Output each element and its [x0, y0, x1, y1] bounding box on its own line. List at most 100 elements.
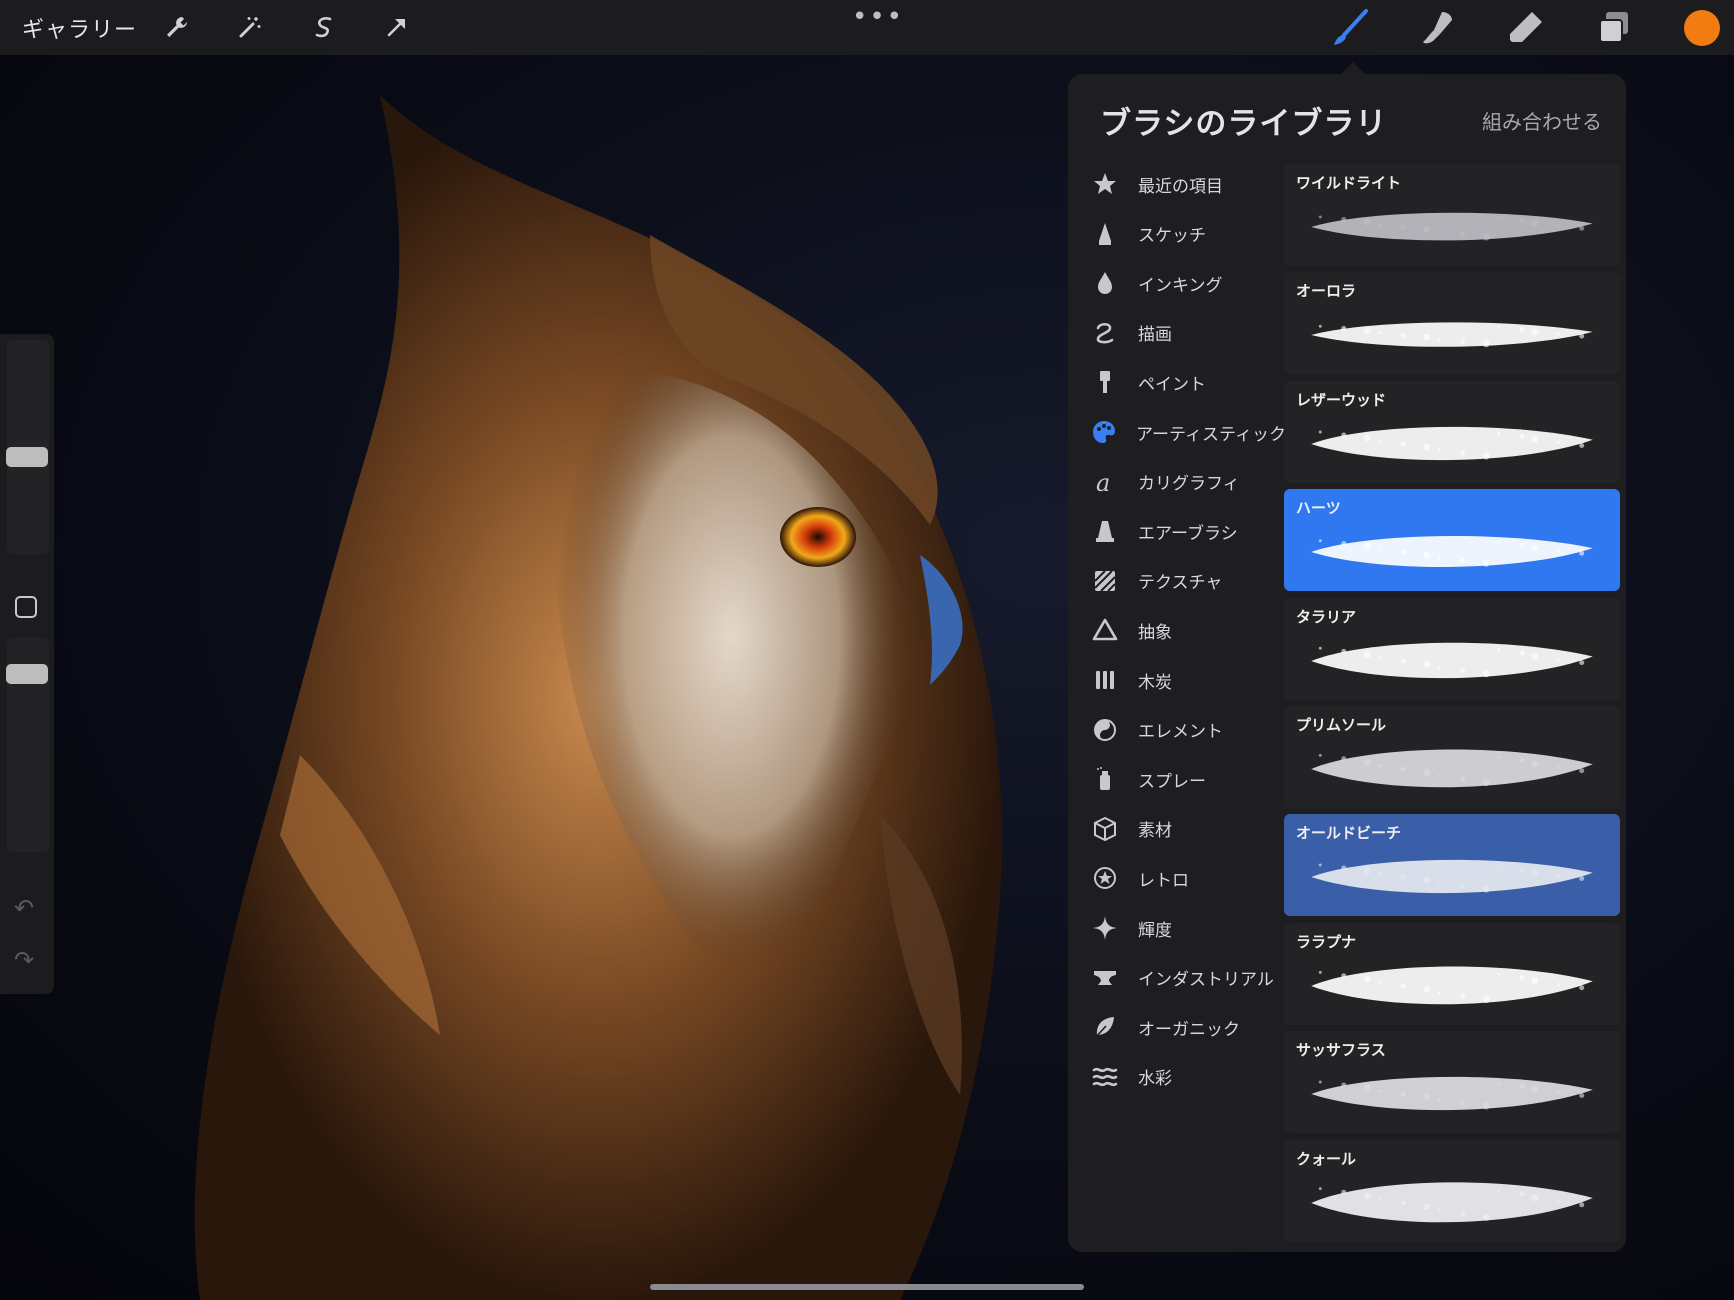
selection-s-icon[interactable]	[307, 10, 341, 44]
brush-item[interactable]: オーロラ	[1284, 272, 1620, 375]
combine-button[interactable]: 組み合わせる	[1482, 106, 1602, 135]
layers-icon[interactable]	[1594, 8, 1634, 48]
gallery-button[interactable]: ギャラリー	[22, 12, 137, 44]
star-badge-icon	[1088, 863, 1122, 893]
waves-icon	[1088, 1062, 1122, 1092]
brush-item[interactable]: プリムソール	[1284, 706, 1620, 808]
category-label: 木炭	[1138, 672, 1172, 693]
opacity-thumb[interactable]	[6, 664, 48, 685]
scribble-icon	[1088, 318, 1122, 348]
brush-item[interactable]: ハーツ	[1284, 489, 1620, 592]
brush-item[interactable]: タラリア	[1284, 597, 1620, 700]
category-item[interactable]: スケッチ	[1086, 214, 1286, 254]
palette-icon	[1088, 417, 1120, 447]
category-label: 輝度	[1138, 920, 1172, 941]
brush-item[interactable]: オールドビーチ	[1284, 814, 1620, 917]
magic-wand-icon[interactable]	[233, 10, 267, 44]
category-item[interactable]: テクスチャ	[1086, 561, 1286, 601]
category-label: ペイント	[1138, 374, 1206, 395]
triangle-icon	[1088, 615, 1122, 645]
brush-name: ワイルドライト	[1296, 174, 1402, 192]
category-item[interactable]: 素材	[1086, 809, 1286, 849]
brush-item[interactable]: サッサフラス	[1284, 1031, 1620, 1134]
brush-stroke-preview	[1311, 860, 1593, 894]
leaf-icon	[1088, 1012, 1122, 1042]
transform-arrow-icon[interactable]	[380, 10, 414, 44]
brush-name: オーロラ	[1296, 282, 1357, 301]
yin-yang-icon	[1088, 715, 1122, 745]
brush-name: オールドビーチ	[1296, 824, 1402, 843]
category-label: アーティスティック	[1136, 424, 1286, 445]
category-label: スケッチ	[1138, 226, 1206, 247]
category-item[interactable]: 抽象	[1086, 610, 1286, 650]
category-label: 描画	[1138, 325, 1172, 346]
category-label: 水彩	[1138, 1069, 1172, 1090]
category-label: 素材	[1138, 821, 1172, 842]
brush-name: ハーツ	[1296, 499, 1341, 518]
category-item[interactable]: レトロ	[1086, 858, 1286, 898]
category-item[interactable]: 水彩	[1086, 1057, 1286, 1097]
brush-name: クォール	[1296, 1149, 1357, 1168]
brush-name: ララプナ	[1296, 932, 1357, 951]
category-label: インダストリアル	[1138, 970, 1274, 991]
color-picker-button[interactable]	[1684, 10, 1720, 46]
panel-title: ブラシのライブラリ	[1100, 106, 1388, 142]
category-label: エアーブラシ	[1138, 523, 1238, 544]
pencil-tip-icon	[1088, 219, 1122, 249]
category-item[interactable]: インダストリアル	[1086, 958, 1286, 998]
brush-stroke-preview	[1311, 1077, 1593, 1111]
home-indicator	[650, 1284, 1084, 1290]
brush-stroke-preview	[1311, 212, 1593, 241]
calligraphy-a-icon: a	[1088, 467, 1122, 497]
category-label: インキング	[1138, 275, 1223, 296]
category-label: オーガニック	[1138, 1019, 1240, 1040]
top-toolbar: ギャラリー •••	[0, 0, 1734, 55]
brush-icon[interactable]	[1330, 8, 1370, 48]
eraser-icon[interactable]	[1506, 8, 1546, 48]
brush-stroke-preview	[1311, 536, 1593, 568]
modify-button[interactable]	[15, 596, 37, 618]
charcoal-icon	[1088, 665, 1122, 695]
category-item[interactable]: オーガニック	[1086, 1007, 1286, 1047]
category-item[interactable]: 描画	[1086, 313, 1286, 353]
category-item[interactable]: インキング	[1086, 263, 1286, 303]
brush-item[interactable]: クォール	[1284, 1139, 1620, 1242]
category-label: 最近の項目	[1138, 176, 1223, 197]
category-item[interactable]: アーティスティック	[1086, 412, 1286, 452]
category-item[interactable]: 最近の項目	[1086, 164, 1286, 204]
category-item[interactable]: エアーブラシ	[1086, 511, 1286, 551]
category-item[interactable]: a カリグラフィ	[1086, 462, 1286, 502]
smudge-icon[interactable]	[1418, 8, 1458, 48]
category-label: レトロ	[1138, 870, 1189, 891]
left-sidebar: ↶ ↷	[0, 334, 54, 994]
category-item[interactable]: スプレー	[1086, 759, 1286, 799]
cube-icon	[1088, 814, 1122, 844]
brush-stroke-preview	[1311, 322, 1593, 348]
more-options-button[interactable]: •••	[852, 2, 904, 32]
sparkle-icon	[1088, 913, 1122, 943]
category-label: 抽象	[1138, 622, 1172, 643]
category-item[interactable]: ペイント	[1086, 362, 1286, 402]
redo-icon[interactable]: ↷	[14, 946, 34, 974]
category-item[interactable]: 輝度	[1086, 908, 1286, 948]
brush-item[interactable]: レザーウッド	[1284, 380, 1620, 483]
category-label: スプレー	[1138, 771, 1206, 792]
category-item[interactable]: 木炭	[1086, 660, 1286, 700]
brush-size-thumb[interactable]	[6, 446, 48, 467]
ink-drop-icon	[1088, 268, 1122, 298]
wrench-icon[interactable]	[160, 10, 194, 44]
brush-item[interactable]: ララプナ	[1284, 922, 1620, 1025]
brush-name: プリムソール	[1296, 716, 1387, 734]
brush-stroke-preview	[1311, 642, 1593, 678]
category-item[interactable]: エレメント	[1086, 710, 1286, 750]
brush-stroke-preview	[1311, 749, 1593, 788]
star-icon	[1088, 169, 1122, 199]
brush-stroke-preview	[1311, 426, 1593, 460]
svg-text:a: a	[1096, 469, 1110, 495]
category-label: エレメント	[1138, 722, 1223, 743]
brush-name: タラリア	[1296, 607, 1357, 626]
undo-icon[interactable]: ↶	[14, 894, 34, 922]
brush-item[interactable]: ワイルドライト	[1284, 164, 1620, 266]
brush-name: サッサフラス	[1296, 1041, 1386, 1060]
category-label: テクスチャ	[1138, 573, 1223, 594]
